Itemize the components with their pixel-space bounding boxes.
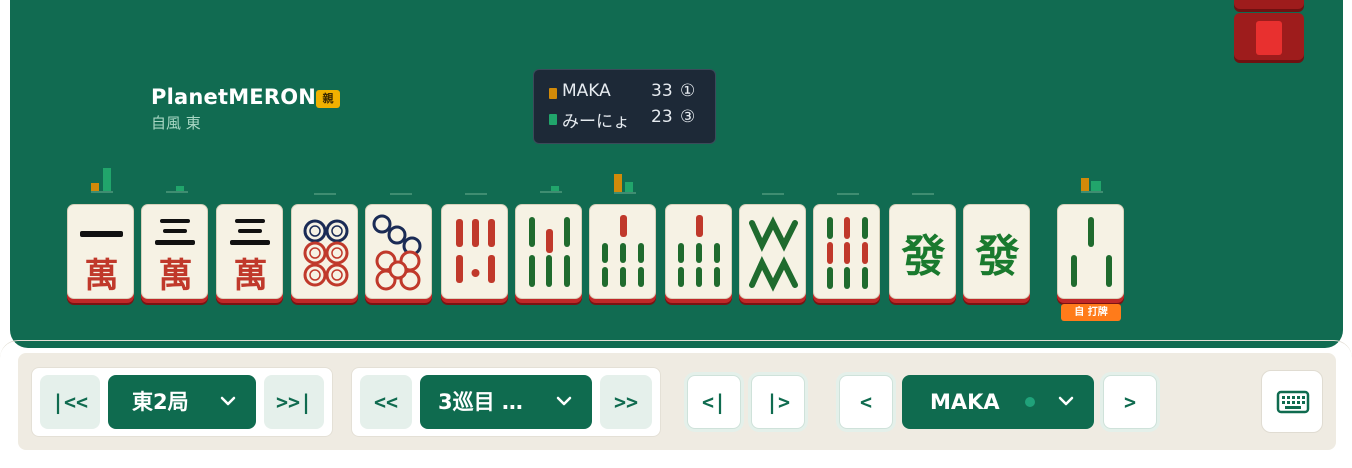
hand-tile-7-sou[interactable]: [589, 204, 656, 299]
player-select[interactable]: MAKA: [902, 375, 1094, 429]
tooltip-row: みーにょ 23 ③: [534, 107, 715, 132]
tile-evaluation-indicator: [166, 185, 188, 195]
tooltip-rank: ①: [680, 81, 696, 101]
round-select-label: 東2局: [132, 390, 189, 414]
hand-tile-3-man[interactable]: 萬: [141, 204, 208, 299]
hand-tile-green-dragon[interactable]: 發: [963, 204, 1030, 299]
hand-tile-7-sou[interactable]: [515, 204, 582, 299]
tile-evaluation-indicator: [390, 193, 412, 195]
hand-tile-7-sou[interactable]: [665, 204, 732, 299]
tooltip-value: 33: [651, 81, 673, 101]
drawn-tile-3-sou[interactable]: [1057, 204, 1124, 299]
svg-text:萬: 萬: [85, 256, 119, 296]
wall-tile-back: [1234, 0, 1304, 9]
tooltip-rank: ③: [680, 107, 696, 127]
step-back-button[interactable]: <|: [687, 375, 741, 429]
tile-evaluation-indicator: [762, 193, 784, 195]
hand-tile-green-dragon[interactable]: 發: [889, 204, 956, 299]
keyboard-icon: [1276, 390, 1310, 414]
svg-text:發: 發: [901, 231, 946, 282]
tile-evaluation-indicator: [614, 170, 636, 194]
previous-turn-button[interactable]: <<: [360, 375, 412, 429]
chevron-down-icon: [556, 396, 572, 406]
next-turn-button[interactable]: >>: [600, 375, 652, 429]
tile-evaluation-indicator: [1081, 178, 1103, 194]
round-select[interactable]: 東2局: [108, 375, 256, 429]
dealer-badge: 親: [316, 90, 340, 108]
svg-text:萬: 萬: [234, 256, 268, 296]
tile-evaluation-indicator: [837, 193, 859, 195]
hand-tile-4-pin[interactable]: [291, 204, 358, 299]
active-player-dot: [1025, 397, 1035, 407]
tooltip-row: MAKA 33 ①: [534, 81, 715, 103]
tile-evaluation-indicator: [465, 193, 487, 195]
tooltip-value: 23: [651, 107, 673, 127]
svg-text:發: 發: [975, 231, 1020, 282]
chevron-down-icon: [220, 396, 236, 406]
tooltip-player-name: みーにょ: [562, 112, 630, 132]
hand-tile-3-man[interactable]: 萬: [216, 204, 283, 299]
hand-tile-6-sou-red[interactable]: [441, 204, 508, 299]
keyboard-shortcuts-button[interactable]: [1261, 370, 1323, 433]
next-player-button[interactable]: >: [1103, 375, 1157, 429]
previous-player-button[interactable]: <: [839, 375, 893, 429]
hand-tile-6-pin[interactable]: [365, 204, 432, 299]
wall-tile-back: [1234, 13, 1304, 60]
step-forward-button[interactable]: |>: [751, 375, 805, 429]
tile-evaluation-indicator: [91, 168, 113, 193]
series-marker: [549, 88, 557, 99]
hand-tile-1-man[interactable]: 萬: [67, 204, 134, 299]
tile-evaluation-indicator: [314, 193, 336, 195]
last-round-button[interactable]: >>|: [264, 375, 324, 429]
tsumogiri-label: 自 打牌: [1061, 304, 1121, 321]
evaluation-tooltip: MAKA 33 ① みーにょ 23 ③: [533, 69, 716, 144]
hand-tile-8-sou[interactable]: [813, 204, 880, 299]
tile-evaluation-indicator: [912, 193, 934, 195]
hand-tile-8-sou[interactable]: [739, 204, 806, 299]
series-marker: [549, 114, 557, 125]
turn-select[interactable]: 3巡目 …: [420, 375, 592, 429]
tooltip-player-name: MAKA: [562, 81, 611, 101]
turn-select-label: 3巡目 …: [438, 390, 523, 414]
player-name: PlanetMERON: [151, 85, 317, 109]
tile-evaluation-indicator: [540, 184, 562, 194]
seat-wind: 自風 東: [151, 114, 201, 132]
chevron-down-icon: [1058, 396, 1074, 406]
player-select-label: MAKA: [930, 390, 1000, 414]
svg-text:萬: 萬: [159, 256, 193, 296]
first-round-button[interactable]: |<<: [40, 375, 100, 429]
game-screen: { "player": { "name": "PlanetMERON", "de…: [0, 0, 1352, 468]
